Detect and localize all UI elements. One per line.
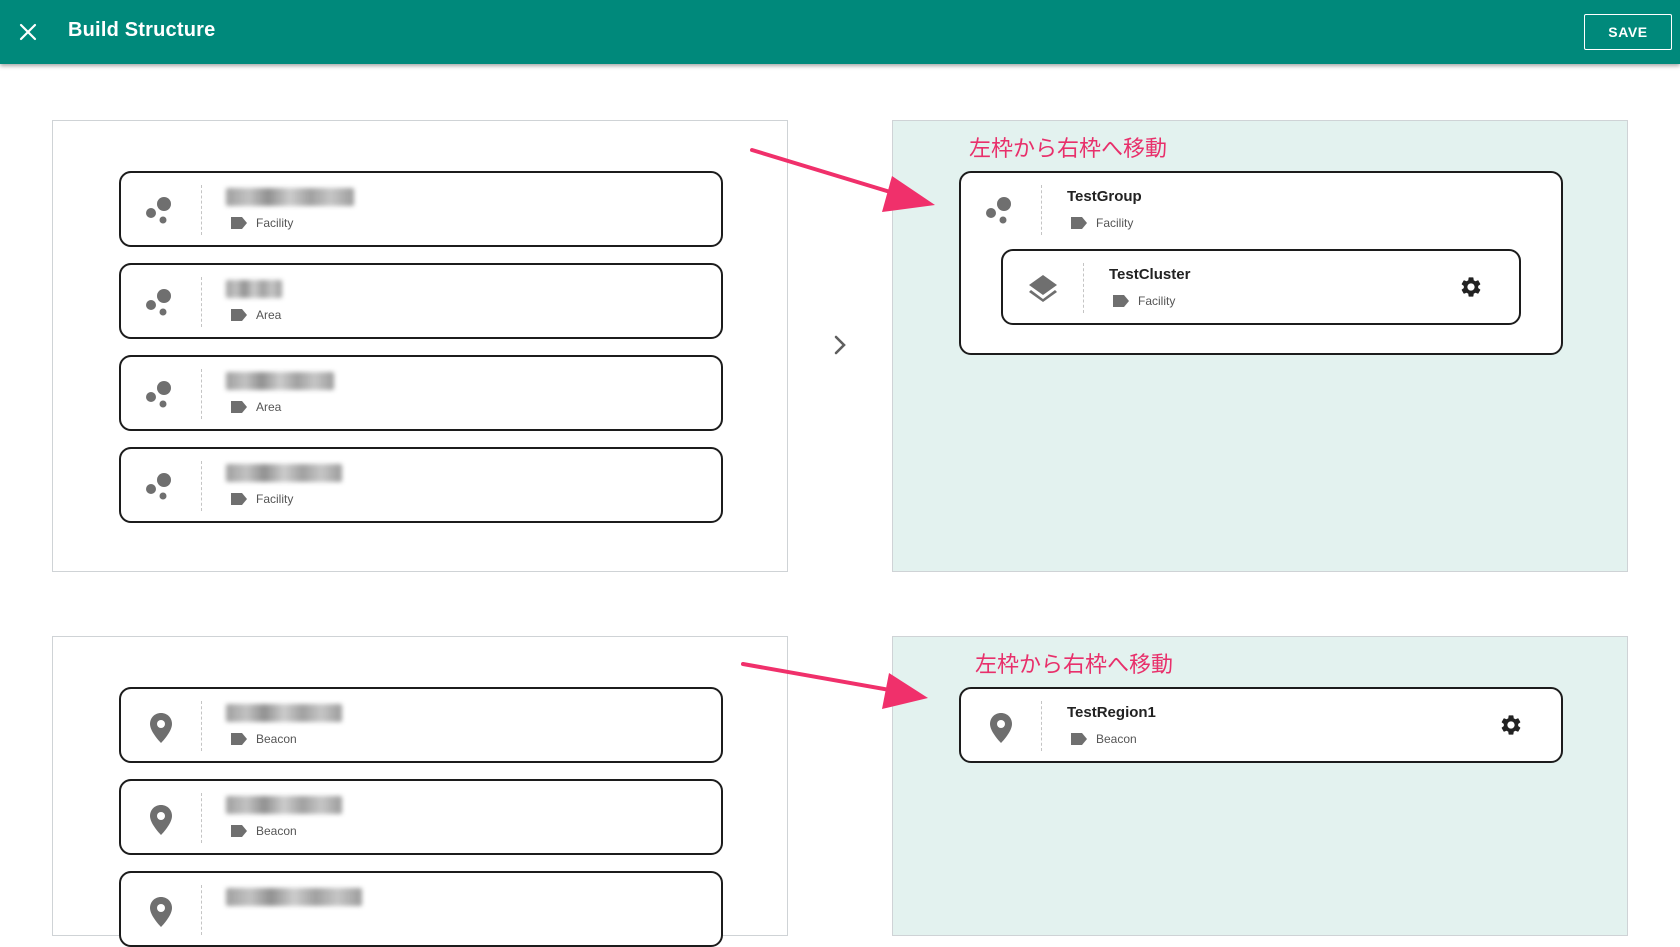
item-name: TestRegion1	[1067, 704, 1156, 721]
source-item[interactable]: Beacon	[119, 687, 723, 763]
divider	[201, 461, 202, 511]
divider	[201, 701, 202, 751]
target-child-card[interactable]: TestCluster Facility	[1001, 249, 1521, 325]
source-item[interactable]: Area	[119, 355, 723, 431]
divider	[201, 185, 202, 235]
group-icon	[146, 381, 171, 408]
tag-icon	[1071, 217, 1087, 229]
gear-icon[interactable]	[1459, 275, 1483, 299]
source-item[interactable]: Facility	[119, 447, 723, 523]
item-type: Area	[256, 308, 282, 322]
layers-icon	[1029, 275, 1057, 302]
close-icon[interactable]	[14, 18, 42, 46]
item-type: Beacon	[256, 824, 297, 838]
tag-icon	[231, 217, 247, 229]
source-item[interactable]	[119, 871, 723, 947]
tag-icon	[231, 309, 247, 321]
source-item[interactable]: Facility	[119, 171, 723, 247]
item-type: Facility	[1096, 216, 1134, 230]
divider	[1083, 263, 1084, 313]
source-item[interactable]: Area	[119, 263, 723, 339]
annotation-label: 左枠から右枠へ移動	[975, 653, 1174, 678]
app-bar: Build Structure SAVE	[0, 0, 1680, 64]
group-icon	[146, 473, 171, 500]
redacted-name	[226, 888, 362, 906]
source-item[interactable]: Beacon	[119, 779, 723, 855]
source-panel-top: Facility Area Area Facility	[52, 120, 788, 572]
item-type: Beacon	[256, 732, 297, 746]
item-type: Beacon	[1096, 732, 1137, 746]
target-panel-bottom: 左枠から右枠へ移動 TestRegion1 Beacon	[892, 636, 1628, 936]
pin-icon	[150, 897, 172, 927]
item-name: TestGroup	[1067, 188, 1142, 205]
group-icon	[986, 197, 1011, 224]
target-item[interactable]: TestRegion1 Beacon	[959, 687, 1563, 763]
item-type: Facility	[256, 216, 294, 230]
redacted-name	[226, 372, 334, 390]
group-icon	[146, 289, 171, 316]
redacted-name	[226, 280, 282, 298]
item-name: TestCluster	[1109, 266, 1191, 283]
pin-icon	[150, 805, 172, 835]
tag-icon	[1113, 295, 1129, 307]
tag-icon	[231, 493, 247, 505]
redacted-name	[226, 704, 342, 722]
pin-icon	[150, 713, 172, 743]
redacted-name	[226, 188, 354, 206]
item-type: Facility	[1138, 294, 1176, 308]
source-panel-bottom: Beacon Beacon	[52, 636, 788, 947]
redacted-name	[226, 464, 342, 482]
target-panel-top: 左枠から右枠へ移動 TestGroup Facility TestCluster…	[892, 120, 1628, 572]
divider	[201, 277, 202, 327]
save-button[interactable]: SAVE	[1584, 14, 1672, 50]
divider	[201, 793, 202, 843]
item-type: Facility	[256, 492, 294, 506]
item-type: Area	[256, 400, 282, 414]
divider	[201, 369, 202, 419]
gear-icon[interactable]	[1499, 713, 1523, 737]
divider	[201, 885, 202, 935]
tag-icon	[231, 401, 247, 413]
divider	[1041, 701, 1042, 751]
page-title: Build Structure	[68, 19, 216, 41]
target-group-card[interactable]: TestGroup Facility TestCluster Facility	[959, 171, 1563, 355]
group-icon	[146, 197, 171, 224]
pin-icon	[990, 713, 1012, 743]
tag-icon	[231, 825, 247, 837]
divider	[1041, 185, 1042, 235]
tag-icon	[231, 733, 247, 745]
move-right-chevron-icon[interactable]	[828, 330, 852, 360]
tag-icon	[1071, 733, 1087, 745]
redacted-name	[226, 796, 342, 814]
annotation-label: 左枠から右枠へ移動	[969, 137, 1168, 162]
